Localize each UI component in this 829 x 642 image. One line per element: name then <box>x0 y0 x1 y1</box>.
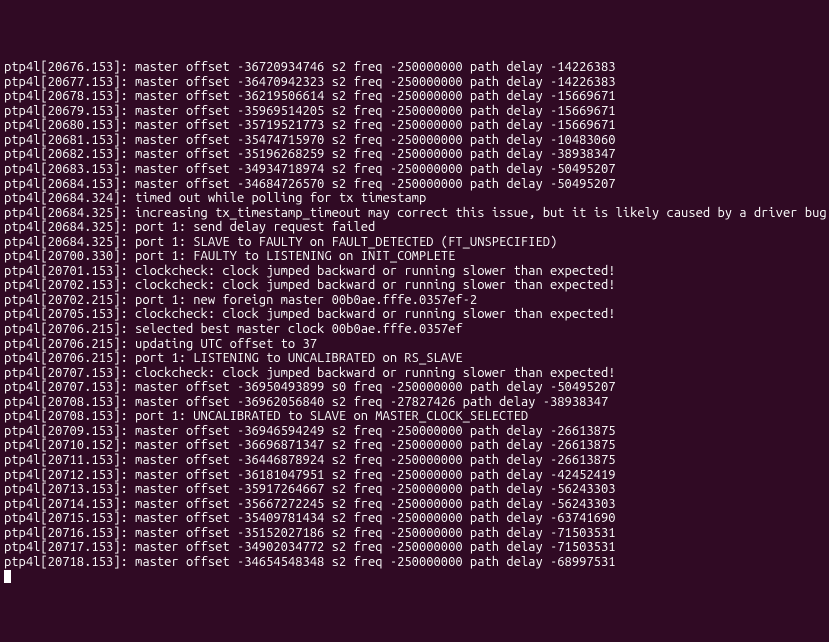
terminal-output: ptp4l[20676.153]: master offset -3672093… <box>4 60 825 569</box>
log-line: ptp4l[20705.153]: clockcheck: clock jump… <box>4 307 825 322</box>
log-line: ptp4l[20684.325]: port 1: SLAVE to FAULT… <box>4 235 825 250</box>
log-line: ptp4l[20676.153]: master offset -3672093… <box>4 60 825 75</box>
log-line: ptp4l[20706.215]: selected best master c… <box>4 322 825 337</box>
log-line: ptp4l[20680.153]: master offset -3571952… <box>4 118 825 133</box>
log-line: ptp4l[20718.153]: master offset -3465454… <box>4 555 825 570</box>
log-line: ptp4l[20684.325]: port 1: send delay req… <box>4 220 825 235</box>
log-line: ptp4l[20684.325]: increasing tx_timestam… <box>4 206 825 221</box>
log-line: ptp4l[20707.153]: master offset -3695049… <box>4 380 825 395</box>
log-line: ptp4l[20683.153]: master offset -3493471… <box>4 162 825 177</box>
log-line: ptp4l[20709.153]: master offset -3694659… <box>4 424 825 439</box>
log-line: ptp4l[20712.153]: master offset -3618104… <box>4 468 825 483</box>
log-line: ptp4l[20706.215]: updating UTC offset to… <box>4 337 825 352</box>
log-line: ptp4l[20702.215]: port 1: new foreign ma… <box>4 293 825 308</box>
log-line: ptp4l[20701.153]: clockcheck: clock jump… <box>4 264 825 279</box>
log-line: ptp4l[20700.330]: port 1: FAULTY to LIST… <box>4 249 825 264</box>
log-line: ptp4l[20717.153]: master offset -3490203… <box>4 540 825 555</box>
log-line: ptp4l[20684.324]: timed out while pollin… <box>4 191 825 206</box>
log-line: ptp4l[20710.152]: master offset -3669687… <box>4 438 825 453</box>
log-line: ptp4l[20678.153]: master offset -3621950… <box>4 89 825 104</box>
log-line: ptp4l[20711.153]: master offset -3644687… <box>4 453 825 468</box>
log-line: ptp4l[20713.153]: master offset -3591726… <box>4 482 825 497</box>
log-line: ptp4l[20707.153]: clockcheck: clock jump… <box>4 366 825 381</box>
log-line: ptp4l[20702.153]: clockcheck: clock jump… <box>4 278 825 293</box>
log-line: ptp4l[20715.153]: master offset -3540978… <box>4 511 825 526</box>
log-line: ptp4l[20684.153]: master offset -3468472… <box>4 177 825 192</box>
log-line: ptp4l[20714.153]: master offset -3566727… <box>4 497 825 512</box>
log-line: ptp4l[20682.153]: master offset -3519626… <box>4 147 825 162</box>
log-line: ptp4l[20708.153]: master offset -3696205… <box>4 395 825 410</box>
log-line: ptp4l[20681.153]: master offset -3547471… <box>4 133 825 148</box>
log-line: ptp4l[20716.153]: master offset -3515202… <box>4 526 825 541</box>
log-line: ptp4l[20677.153]: master offset -3647094… <box>4 75 825 90</box>
terminal-cursor <box>4 570 11 583</box>
log-line: ptp4l[20706.215]: port 1: LISTENING to U… <box>4 351 825 366</box>
log-line: ptp4l[20679.153]: master offset -3596951… <box>4 104 825 119</box>
log-line: ptp4l[20708.153]: port 1: UNCALIBRATED t… <box>4 409 825 424</box>
